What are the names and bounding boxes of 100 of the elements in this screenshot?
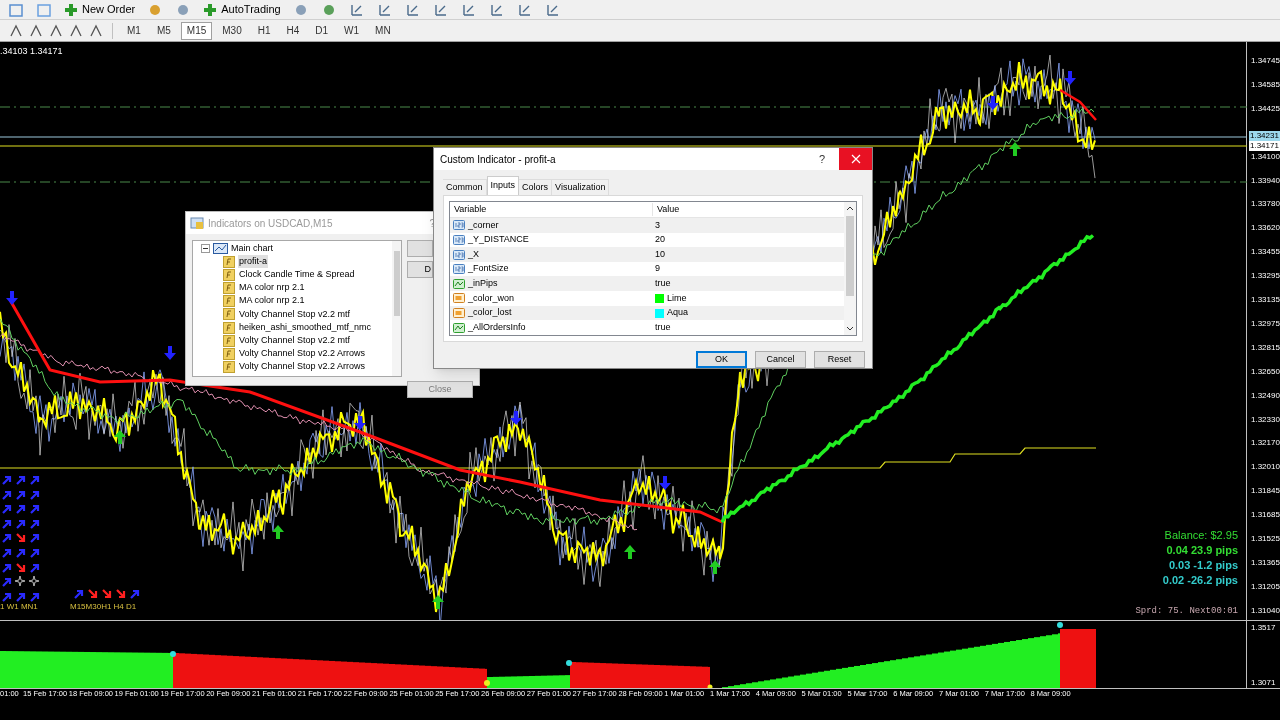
scrollbar[interactable] [844, 202, 856, 335]
timeframe-button[interactable]: D1 [309, 21, 335, 40]
arrow-down-icon [987, 96, 999, 110]
price-label: 1.31040 [1251, 605, 1280, 616]
price-label: 1.32170 [1251, 438, 1280, 449]
toolbar-button[interactable]: New Order [64, 1, 136, 18]
close-button[interactable]: Close [407, 381, 473, 398]
price-label: 1.33295 [1251, 271, 1280, 282]
variable-value: true [655, 320, 671, 334]
plus-icon [64, 2, 78, 17]
timeframe-button[interactable]: M5 [150, 21, 177, 40]
tree-item[interactable]: Volty Channel Stop v2.2 Arrows [238, 360, 367, 374]
arrow-down-icon [6, 291, 18, 305]
variable-value: 10 [655, 247, 665, 261]
arrow-up-icon [432, 595, 444, 609]
arrow-up-right-icon [28, 502, 40, 515]
price-label: 1.33455 [1251, 247, 1280, 258]
indicator-icon [223, 334, 235, 347]
arrow-up-right-icon [128, 587, 140, 599]
indicator-icon [223, 321, 235, 334]
arrow-up-right-icon [0, 531, 12, 544]
timeframe-labels: 1 W1 MN1 [0, 601, 38, 613]
tree-item[interactable]: MA color nrp 2.1 [238, 281, 306, 295]
price-label: 1.32330 [1251, 414, 1280, 425]
tree-item[interactable]: Main chart [231, 241, 274, 256]
arrow-up-right-icon [0, 575, 12, 588]
tree-item[interactable]: heiken_ashi_smoothed_mtf_nmc [238, 320, 373, 335]
star-icon [28, 575, 40, 588]
column-header: Value [656, 202, 681, 216]
tree-item[interactable]: Volty Channel Stop v2.2 mtf [238, 333, 352, 348]
arrow-down-icon [659, 476, 671, 490]
timeframe-button[interactable]: W1 [338, 21, 366, 40]
number-type-icon [453, 220, 465, 231]
arrow-down-right-icon [86, 587, 98, 599]
price-label: 1.34745 [1251, 56, 1280, 66]
arrow-up-right-icon [0, 473, 12, 485]
dialog-button[interactable]: Reset [814, 351, 865, 368]
collapse-icon[interactable] [201, 244, 210, 253]
price-label: 1.34100 [1251, 151, 1280, 162]
variable-name: _color_lost [468, 306, 512, 320]
dialog-button[interactable]: OK [696, 351, 747, 368]
arrow-down-right-icon [14, 531, 26, 544]
arrow-up-icon [1009, 142, 1021, 156]
timeframe-button[interactable]: MN [369, 21, 397, 40]
price-label: 1.33940 [1251, 175, 1280, 186]
window-title: Indicators on USDCAD,M15 [208, 216, 333, 231]
variable-name: _corner [468, 218, 499, 232]
toolbar-button[interactable]: AutoTrading [203, 1, 281, 18]
price-label: 1.32815 [1251, 342, 1280, 353]
color-type-icon [453, 293, 465, 304]
timeframe-button[interactable]: M1 [121, 21, 147, 40]
variable-name: _AllOrdersInfo [468, 320, 526, 334]
timeframe-button[interactable]: H4 [280, 21, 306, 40]
arrow-down-icon [510, 411, 522, 425]
tree-item[interactable]: Volty Channel Stop v2.2 Arrows [238, 347, 367, 361]
arrow-down-icon [354, 416, 366, 430]
tree-item[interactable]: profit-a [238, 254, 268, 269]
ask-price-tag: 1.34171 [1249, 141, 1280, 151]
indicator-icon [223, 268, 235, 281]
arrow-down-icon [1064, 71, 1076, 85]
price-label: 1.32010 [1251, 462, 1280, 473]
number-type-icon [453, 249, 465, 260]
button[interactable]: D [407, 261, 433, 278]
variable-value: 3 [655, 218, 660, 232]
dialog-button[interactable]: Cancel [755, 351, 806, 368]
order-profit-text: 0.03 -1.2 pips [1168, 559, 1238, 571]
price-label: 1.34585 [1251, 79, 1280, 90]
variable-name: _X [468, 247, 479, 261]
boolean-type-icon [453, 278, 465, 289]
price-label: 1.34425 [1251, 103, 1280, 114]
price-label: 1.32490 [1251, 390, 1280, 401]
variable-name: _Y_DISTANCE [468, 233, 529, 247]
timeframe-button[interactable]: H1 [251, 21, 277, 40]
variable-name: _color_won [468, 291, 515, 305]
help-button[interactable]: ? [818, 150, 825, 168]
indicator-icon [223, 308, 235, 321]
arrow-up-icon [272, 525, 284, 539]
tree-item[interactable]: Clock Candle Time & Spread [238, 268, 356, 282]
close-icon [850, 154, 861, 164]
boolean-type-icon [453, 322, 465, 333]
price-quote: .34103 1.34171 [0, 45, 63, 58]
timeframe-button[interactable]: M30 [216, 21, 248, 40]
tab[interactable]: Inputs [486, 176, 520, 195]
timeframe-button[interactable]: M15 [180, 21, 213, 40]
tree-item[interactable]: Volty Channel Stop v2.2 mtf [238, 307, 352, 322]
scroll-down-icon[interactable] [846, 325, 854, 332]
price-label: 1.31845 [1251, 486, 1280, 497]
timeframe-labels: M15M30H1 H4 D1 [70, 601, 137, 613]
arrow-up-right-icon [28, 531, 40, 544]
arrow-down-right-icon [114, 587, 126, 599]
dialog-title: Custom Indicator - profit-a [439, 152, 556, 167]
tree-item[interactable]: MA color nrp 2.1 [238, 294, 306, 308]
scrollbar[interactable] [392, 241, 401, 376]
scroll-up-icon[interactable] [846, 205, 854, 212]
price-label: 1.33135 [1251, 295, 1280, 305]
bid-price-tag: 1.34231 [1249, 131, 1280, 141]
indicator-icon [223, 255, 235, 268]
spread-timer-text: Sprd: 75. Next00:01 [1135, 605, 1238, 618]
close-button[interactable] [839, 148, 872, 170]
price-label: 1.32975 [1251, 318, 1280, 329]
